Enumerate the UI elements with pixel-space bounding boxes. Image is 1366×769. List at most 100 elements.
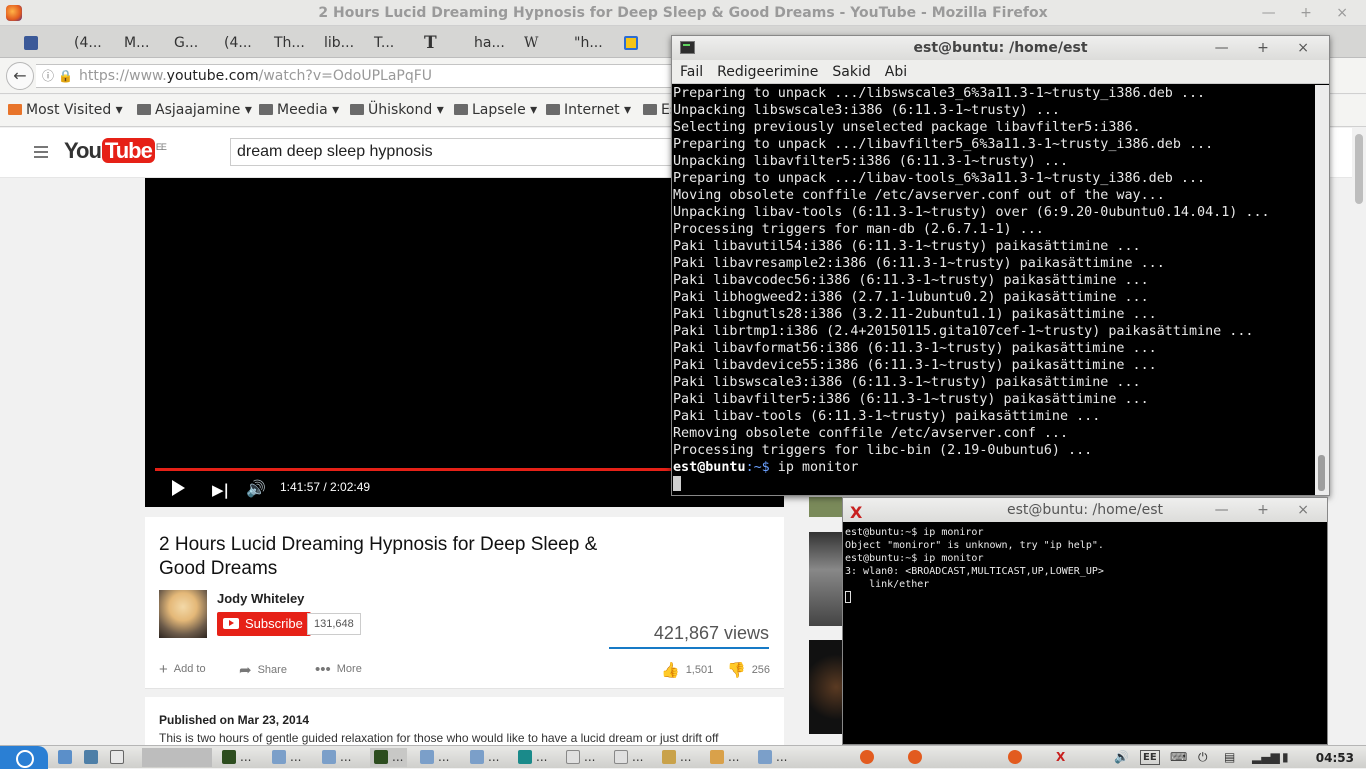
menu-redigeerimine[interactable]: Redigeerimine	[717, 60, 818, 84]
terminal-titlebar[interactable]: est@buntu: /home/est — + ×	[672, 36, 1329, 60]
taskbar-launcher-window[interactable]	[110, 748, 128, 767]
tab-nyt[interactable]: T	[424, 30, 437, 56]
taskbar-xterm[interactable]: X	[1056, 748, 1065, 767]
folder-icon	[322, 750, 336, 764]
firefox-icon	[6, 5, 22, 21]
add-to-button[interactable]: + Add to	[159, 661, 206, 678]
video-time: 1:41:57 / 2:02:49	[280, 480, 371, 494]
tab-1[interactable]: (4...	[74, 30, 102, 56]
bookmark-asjaajamine[interactable]: Asjaajamine ▾	[137, 102, 252, 118]
dislike-button[interactable]: 👎 256	[727, 661, 770, 679]
network-icon[interactable]: ▂▄▆	[1252, 748, 1280, 767]
taskbar-launcher-settings[interactable]	[84, 748, 102, 767]
folder-icon	[470, 750, 484, 764]
xterm-titlebar[interactable]: X est@buntu: /home/est — + ×	[843, 498, 1327, 522]
play-icon[interactable]	[172, 480, 185, 496]
xterm-output[interactable]: est@buntu:~$ ip moniror Object "moniror" …	[845, 526, 1327, 742]
menu-abi[interactable]: Abi	[885, 60, 907, 84]
tab-dictionary[interactable]	[624, 30, 642, 56]
channel-avatar[interactable]	[159, 590, 207, 638]
firefox-folder-icon	[8, 104, 22, 115]
menu-fail[interactable]: Fail	[680, 60, 703, 84]
taskbar-item-12[interactable]: ...	[758, 748, 787, 767]
url-bar[interactable]: ⓘ 🔒 https://www.youtube.com/watch?v=OdoUPL…	[36, 64, 676, 88]
window-icon	[110, 750, 124, 764]
like-button[interactable]: 👍 1,501	[661, 661, 713, 679]
clock[interactable]: 04:53	[1316, 749, 1354, 768]
volume-tray-icon[interactable]: 🔊	[1114, 748, 1129, 767]
scrollbar-thumb[interactable]	[1318, 455, 1325, 491]
tab-wikipedia[interactable]: W	[524, 30, 538, 56]
taskbar-launcher-files[interactable]	[58, 748, 76, 767]
taskbar-firefox-2[interactable]	[908, 748, 926, 767]
terminal-scrollbar[interactable]	[1315, 85, 1329, 495]
taskbar-item-9[interactable]: ...	[614, 748, 643, 767]
tab-facebook[interactable]	[24, 30, 42, 56]
like-ratio-bar	[609, 647, 769, 649]
battery-icon[interactable]: ▮	[1282, 748, 1289, 767]
terminal-line: Preparing to unpack .../libavfilter5_6%3…	[673, 137, 1214, 152]
keyboard-layout[interactable]: EE	[1140, 750, 1160, 765]
taskbar-item-11[interactable]: ...	[710, 748, 739, 767]
clipboard-icon[interactable]: ▤	[1224, 748, 1235, 767]
tab-4[interactable]: (4...	[224, 30, 252, 56]
start-menu-button[interactable]	[0, 746, 48, 769]
terminal-line: Paki libhogweed2:i386 (2.7.1-1ubuntu0.2)…	[673, 290, 1149, 305]
related-thumbnail[interactable]	[809, 640, 843, 734]
search-input[interactable]: dream deep sleep hypnosis	[230, 138, 674, 166]
taskbar-item-5[interactable]: ...	[420, 748, 449, 767]
share-button[interactable]: ➦ Share	[239, 661, 287, 679]
terminal-line: Paki libswscale3:i386 (6:11.3-1~trusty) …	[673, 375, 1141, 390]
bookmark-most-visited[interactable]: Most Visited ▾	[8, 102, 123, 118]
terminal-window-main[interactable]: est@buntu: /home/est — + × Fail Redigeeri…	[671, 35, 1330, 496]
subscribe-button[interactable]: Subscribe	[217, 612, 311, 636]
workspace-pager[interactable]	[142, 748, 212, 767]
terminal-prompt-line: est@buntu:~$ ip monitor	[673, 460, 859, 475]
tab-7[interactable]: T...	[374, 30, 394, 56]
video-info-card: 2 Hours Lucid Dreaming Hypnosis for Deep…	[145, 517, 784, 689]
taskbar-item-active[interactable]: ...	[370, 748, 408, 767]
scrollbar-thumb[interactable]	[1355, 134, 1363, 204]
terminal-output[interactable]: Preparing to unpack .../libswscale3_6%3a…	[673, 85, 1313, 496]
bookmark-internet[interactable]: Internet ▾	[546, 102, 631, 118]
taskbar-item-1[interactable]: ...	[222, 748, 251, 767]
thumbs-down-icon: 👎	[727, 662, 746, 679]
tab-6[interactable]: lib...	[324, 30, 354, 56]
taskbar-item-7[interactable]: ...	[518, 748, 547, 767]
more-button[interactable]: ••• More	[315, 661, 362, 678]
volume-icon[interactable]: 🔊	[246, 479, 266, 498]
back-button[interactable]: ←	[6, 62, 34, 90]
taskbar-item-2[interactable]: ...	[272, 748, 301, 767]
related-thumbnail[interactable]	[809, 532, 843, 626]
taskbar-item-3[interactable]: ...	[322, 748, 351, 767]
tab-2[interactable]: M...	[124, 30, 149, 56]
window-controls[interactable]: — + ×	[1215, 498, 1321, 522]
youtube-logo[interactable]: You Tube EE	[64, 138, 167, 164]
bookmark-lapsele[interactable]: Lapsele ▾	[454, 102, 537, 118]
tab-5[interactable]: Th...	[274, 30, 305, 56]
next-icon[interactable]: ▶|	[212, 481, 229, 499]
tab-9[interactable]: "h...	[574, 30, 603, 56]
taskbar-item-8[interactable]: ...	[566, 748, 595, 767]
bookmark-meedia[interactable]: Meedia ▾	[259, 102, 339, 118]
related-thumbnail[interactable]	[809, 497, 843, 517]
window-controls[interactable]: — + ×	[1262, 0, 1358, 26]
bookmark-uhiskond[interactable]: Ühiskond ▾	[350, 102, 444, 118]
taskbar-firefox-1[interactable]	[860, 748, 878, 767]
channel-name[interactable]: Jody Whiteley	[217, 591, 304, 606]
more-icon: •••	[315, 661, 331, 678]
terminal-window-xterm[interactable]: X est@buntu: /home/est — + × est@buntu:~…	[842, 497, 1328, 745]
tab-3[interactable]: G...	[174, 30, 198, 56]
info-icon[interactable]: ⓘ	[42, 65, 54, 87]
page-scrollbar[interactable]	[1352, 128, 1366, 740]
power-icon[interactable]: ⏻	[1198, 748, 1208, 767]
window-controls[interactable]: — + ×	[1215, 36, 1321, 60]
video-progress-bar[interactable]	[155, 468, 676, 471]
taskbar-item-10[interactable]: ...	[662, 748, 691, 767]
keyboard-icon[interactable]: ⌨	[1170, 748, 1187, 767]
menu-icon[interactable]	[34, 146, 48, 148]
menu-sakid[interactable]: Sakid	[832, 60, 870, 84]
taskbar-firefox-3[interactable]	[1008, 748, 1026, 767]
taskbar-item-6[interactable]: ...	[470, 748, 499, 767]
tab-8[interactable]: ha...	[474, 30, 505, 56]
